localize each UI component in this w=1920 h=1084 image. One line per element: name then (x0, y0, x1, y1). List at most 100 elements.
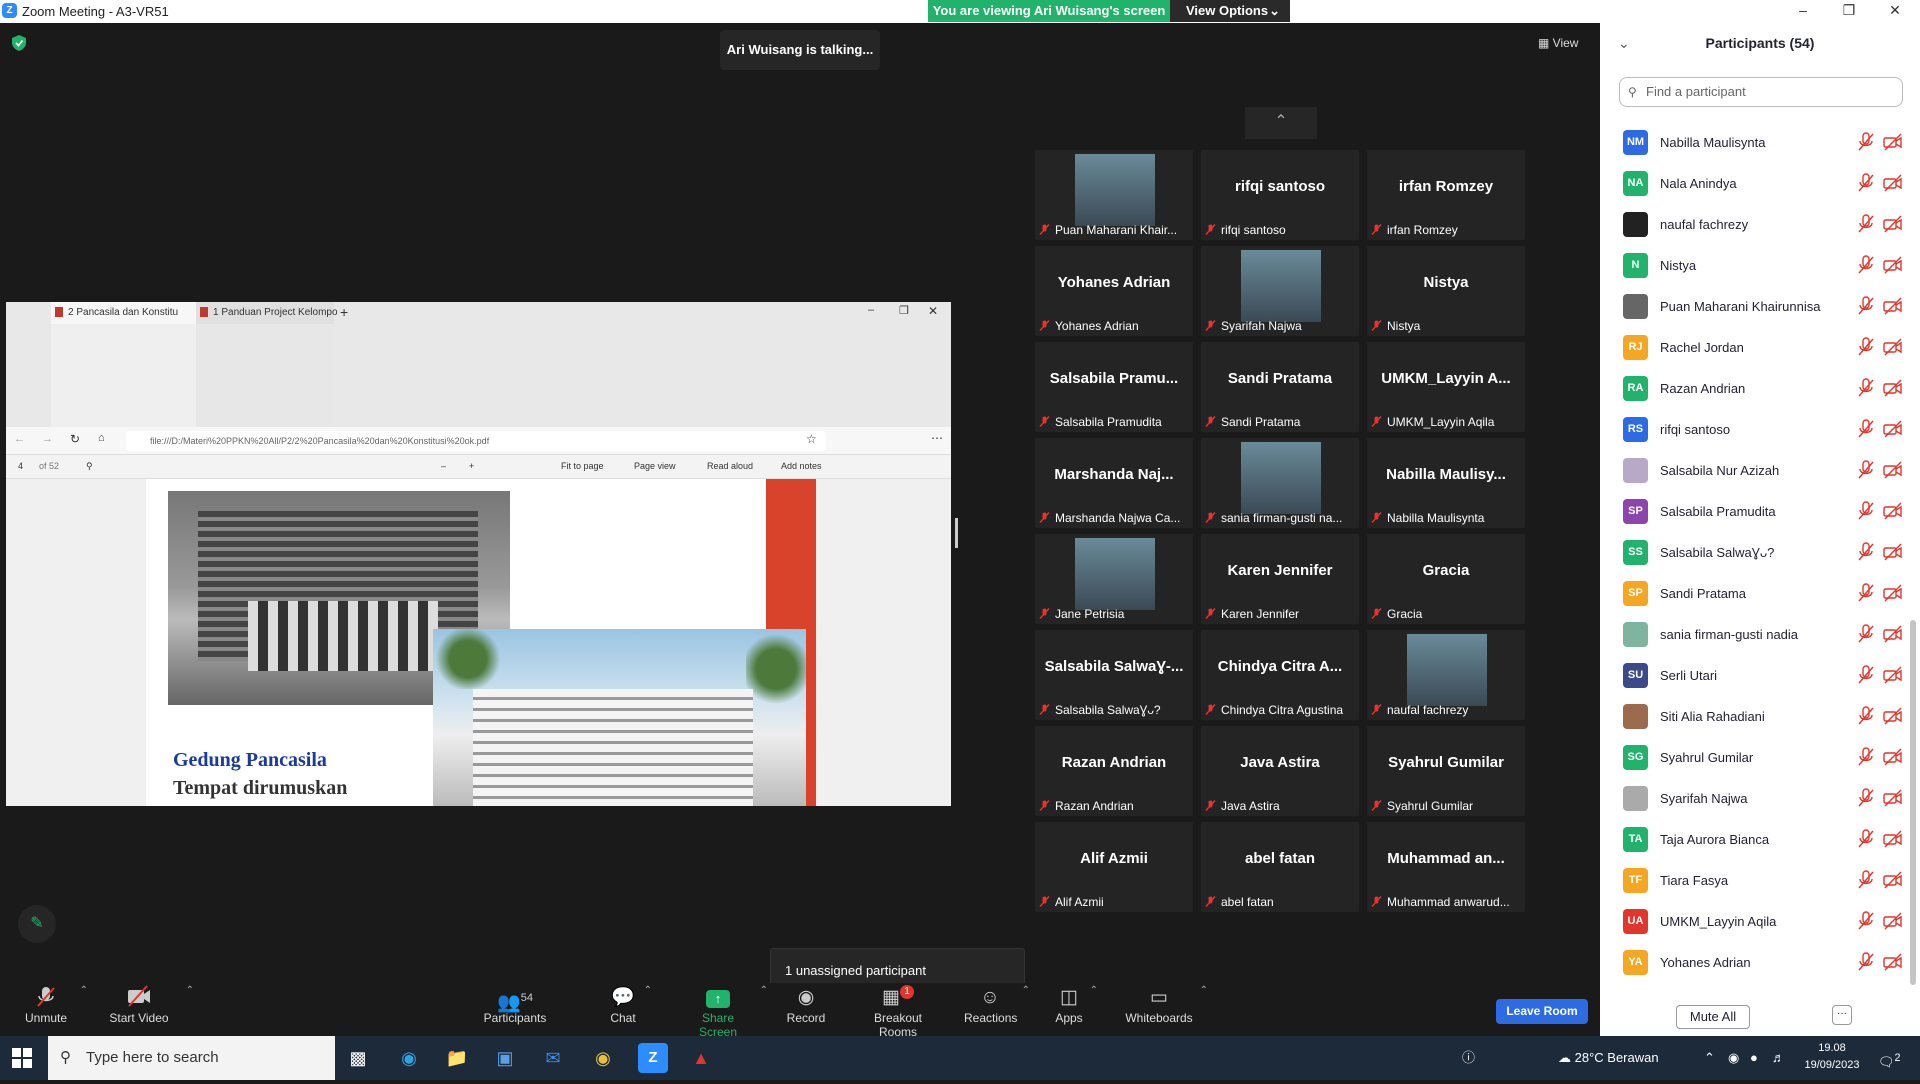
video-tile[interactable]: UMKM_Layyin A... UMKM_Layyin Aqila (1367, 342, 1525, 432)
video-tile[interactable]: Sandi Pratama Sandi Pratama (1201, 342, 1359, 432)
video-tile[interactable]: naufal fachrezy (1367, 630, 1525, 720)
video-off-icon[interactable] (1883, 255, 1903, 275)
video-off-icon[interactable] (1883, 952, 1903, 972)
video-off-icon[interactable] (1883, 173, 1903, 193)
participant-search-input[interactable]: ⚲ Find a participant (1619, 77, 1903, 107)
video-off-icon[interactable] (1883, 378, 1903, 398)
add-notes-button[interactable]: Add notes (781, 461, 822, 471)
browser-restore-icon[interactable]: ❐ (899, 304, 909, 317)
participant-row[interactable]: Syarifah Najwa (1600, 778, 1910, 819)
participant-row[interactable]: Salsabila Nur Azizah (1600, 450, 1910, 491)
video-tile[interactable]: Syahrul Gumilar Syahrul Gumilar (1367, 726, 1525, 816)
url-field[interactable]: file:///D:/Materi%20PPKN%20All/P2/2%20Pa… (126, 431, 826, 451)
participant-row[interactable]: RJ Rachel Jordan (1600, 327, 1910, 368)
reactions-button[interactable]: ☺ Reactions ⌃ (964, 985, 1030, 1035)
gallery-page-up-button[interactable]: ⌃ (1245, 107, 1317, 139)
browser-tab[interactable]: 1 Panduan Project Kelompo (196, 302, 338, 427)
mic-muted-icon[interactable] (1857, 542, 1875, 562)
video-tile[interactable]: Chindya Citra A... Chindya Citra Agustina (1201, 630, 1359, 720)
video-tile[interactable]: Muhammad an... Muhammad anwarud... (1367, 822, 1525, 912)
video-off-icon[interactable] (1883, 706, 1903, 726)
video-off-icon[interactable] (1883, 296, 1903, 316)
mic-muted-icon[interactable] (1857, 337, 1875, 357)
weather-widget[interactable]: ☁ 28°C Berawan (1558, 1036, 1659, 1080)
video-tile[interactable]: Razan Andrian Razan Andrian (1035, 726, 1193, 816)
task-view-icon[interactable]: ▩ (343, 1043, 373, 1073)
participant-row[interactable]: UA UMKM_Layyin Aqila (1600, 901, 1910, 942)
video-tile[interactable]: rifqi santoso rifqi santoso (1201, 150, 1359, 240)
microphone-icon[interactable]: ● (1750, 1036, 1758, 1080)
view-layout-button[interactable]: ▦ View (1538, 31, 1590, 55)
edge-icon[interactable]: ◉ (394, 1043, 424, 1073)
video-off-icon[interactable] (1883, 829, 1903, 849)
breakout-rooms-button[interactable]: ▦ 1 Breakout Rooms (854, 985, 942, 1039)
new-tab-icon[interactable]: + (340, 304, 348, 320)
mic-muted-icon[interactable] (1857, 214, 1875, 234)
caret-up-icon[interactable]: ⌃ (1090, 985, 1098, 996)
mic-muted-icon[interactable] (1857, 132, 1875, 152)
participant-row[interactable]: SP Sandi Pratama (1600, 573, 1910, 614)
participant-row[interactable]: SG Syahrul Gumilar (1600, 737, 1910, 778)
fit-to-page-button[interactable]: Fit to page (561, 461, 604, 471)
mic-muted-icon[interactable] (1857, 378, 1875, 398)
pdf-page-area[interactable]: Gedung Pancasila Tempat dirumuskan (6, 479, 951, 806)
mic-muted-icon[interactable] (1857, 460, 1875, 480)
video-off-icon[interactable] (1883, 501, 1903, 521)
security-shield-icon[interactable] (12, 35, 26, 51)
caret-up-icon[interactable]: ⌃ (186, 985, 194, 996)
video-tile[interactable]: Gracia Gracia (1367, 534, 1525, 624)
video-tile[interactable]: Nistya Nistya (1367, 246, 1525, 336)
mic-muted-icon[interactable] (1857, 952, 1875, 972)
participant-row[interactable]: RA Razan Andrian (1600, 368, 1910, 409)
participant-row[interactable]: SP Salsabila Pramudita (1600, 491, 1910, 532)
taskbar-clock[interactable]: 19.08 19/09/2023 (1800, 1040, 1864, 1074)
video-tile[interactable]: Salsabila SalwaƔ-... Salsabila SalwaƔᴗ? (1035, 630, 1193, 720)
participant-row[interactable]: naufal fachrezy (1600, 204, 1910, 245)
video-off-icon[interactable] (1883, 337, 1903, 357)
apps-button[interactable]: ◫ Apps ⌃ (1054, 985, 1098, 1035)
participant-row[interactable]: TF Tiara Fasya (1600, 860, 1910, 901)
read-aloud-button[interactable]: Read aloud (707, 461, 753, 471)
caret-up-icon[interactable]: ⌃ (1022, 985, 1030, 996)
video-tile[interactable]: Jane Petrisia (1035, 534, 1193, 624)
mic-muted-icon[interactable] (1857, 870, 1875, 890)
video-tile[interactable]: Marshanda Naj... Marshanda Najwa Ca... (1035, 438, 1193, 528)
video-off-icon[interactable] (1883, 460, 1903, 480)
page-view-button[interactable]: Page view (634, 461, 676, 471)
video-off-icon[interactable] (1883, 624, 1903, 644)
favorite-star-icon[interactable]: ☆ (806, 432, 817, 446)
more-icon[interactable]: ⋯ (931, 431, 943, 445)
windows-start-icon[interactable] (12, 1048, 32, 1068)
participant-row[interactable]: Puan Maharani Khairunnisa (1600, 286, 1910, 327)
share-screen-button[interactable]: ↑ Share Screen ⌃ (682, 985, 768, 1039)
annotate-pencil-icon[interactable]: ✎ (18, 905, 56, 943)
participant-row[interactable]: SU Serli Utari (1600, 655, 1910, 696)
video-tile[interactable]: abel fatan abel fatan (1201, 822, 1359, 912)
zoom-out-icon[interactable]: – (441, 461, 446, 471)
pdf-search-icon[interactable]: ⚲ (86, 461, 93, 472)
forward-icon[interactable]: → (42, 433, 53, 445)
notification-icon[interactable]: 🗨2 (1878, 1036, 1901, 1080)
more-options-button[interactable]: ··· (1832, 1005, 1852, 1025)
start-video-button[interactable]: Start Video ⌃ (104, 985, 194, 1035)
participant-row[interactable]: NM Nabilla Maulisynta (1600, 122, 1910, 163)
video-off-icon[interactable] (1883, 911, 1903, 931)
participant-row[interactable]: sania firman-gusti nadia (1600, 614, 1910, 655)
participants-button[interactable]: 👥54 Participants (480, 985, 550, 1035)
browser-close-icon[interactable]: ✕ (928, 304, 938, 318)
mic-muted-icon[interactable] (1857, 296, 1875, 316)
mic-muted-icon[interactable] (1857, 829, 1875, 849)
video-off-icon[interactable] (1883, 747, 1903, 767)
chrome-icon[interactable]: ◉ (588, 1043, 618, 1073)
video-tile[interactable]: Salsabila Pramu... Salsabila Pramudita (1035, 342, 1193, 432)
home-icon[interactable]: ⌂ (98, 432, 105, 444)
mic-muted-icon[interactable] (1857, 747, 1875, 767)
video-tile[interactable]: Karen Jennifer Karen Jennifer (1201, 534, 1359, 624)
video-tile[interactable]: Puan Maharani Khair... (1035, 150, 1193, 240)
mail-icon[interactable]: ✉ (538, 1043, 568, 1073)
page-number-field[interactable]: 4 (18, 461, 23, 471)
help-icon[interactable]: ⓘ (1462, 1036, 1475, 1080)
participant-row[interactable]: TA Taja Aurora Bianca (1600, 819, 1910, 860)
mic-muted-icon[interactable] (1857, 255, 1875, 275)
mic-muted-icon[interactable] (1857, 583, 1875, 603)
